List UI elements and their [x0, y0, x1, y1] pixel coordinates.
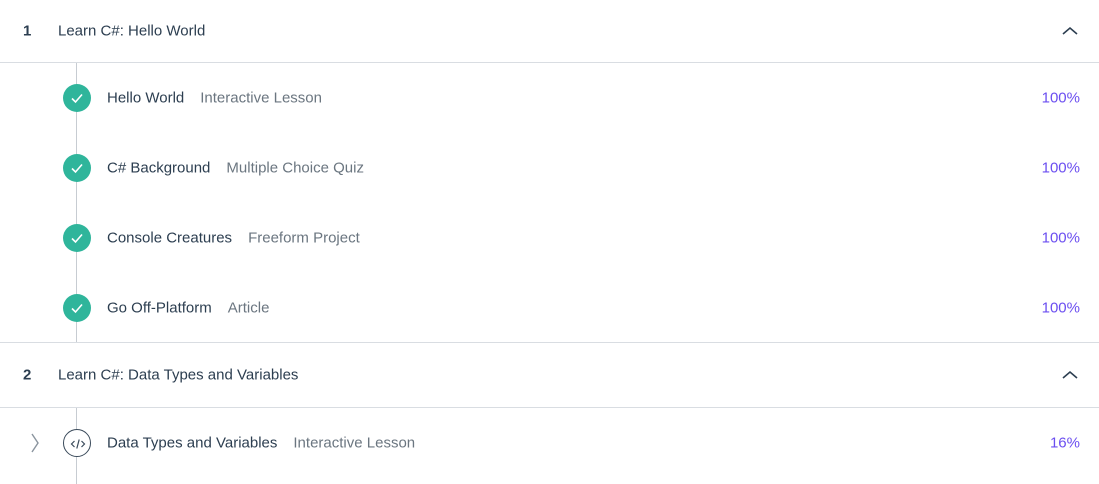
check-circle-icon	[63, 154, 91, 182]
progress-percent: 16%	[1049, 434, 1080, 452]
check-circle-icon	[63, 84, 91, 112]
chevron-right-icon[interactable]	[30, 432, 40, 454]
section-title: Learn C#: Hello World	[58, 22, 206, 40]
item-title[interactable]: Data Types and Variables Interactive Less…	[107, 435, 415, 452]
list-item[interactable]: Go Off-Platform Article 100%	[0, 288, 1099, 328]
section-title: Learn C#: Data Types and Variables	[58, 366, 299, 384]
progress-percent: 100%	[1041, 159, 1080, 177]
divider	[0, 62, 1099, 63]
chevron-up-icon[interactable]	[1061, 25, 1079, 37]
item-name: Console Creatures	[107, 229, 233, 247]
check-circle-icon	[63, 224, 91, 252]
progress-percent: 100%	[1041, 89, 1080, 107]
item-type: Interactive Lesson	[200, 89, 322, 107]
code-icon	[63, 429, 91, 457]
list-item[interactable]: Hello World Interactive Lesson 100%	[0, 78, 1099, 118]
item-title[interactable]: Hello World Interactive Lesson	[107, 90, 322, 107]
list-item[interactable]: C# Background Multiple Choice Quiz 100%	[0, 148, 1099, 188]
item-title[interactable]: Console Creatures Freeform Project	[107, 230, 360, 247]
section-number: 2	[23, 366, 32, 384]
chevron-up-icon[interactable]	[1061, 369, 1079, 381]
item-name: Data Types and Variables	[107, 434, 278, 452]
item-type: Interactive Lesson	[293, 434, 416, 452]
item-type: Article	[227, 299, 270, 317]
progress-percent: 100%	[1041, 229, 1080, 247]
item-type: Freeform Project	[248, 229, 360, 247]
progress-percent: 100%	[1041, 299, 1080, 317]
item-name: Hello World	[107, 89, 185, 107]
check-circle-icon	[63, 294, 91, 322]
item-name: Go Off-Platform	[107, 299, 212, 317]
item-name: C# Background	[107, 159, 211, 177]
section-header-2[interactable]: 2 Learn C#: Data Types and Variables	[0, 343, 1099, 407]
list-item[interactable]: Console Creatures Freeform Project 100%	[0, 218, 1099, 258]
divider	[0, 407, 1099, 408]
item-title[interactable]: Go Off-Platform Article	[107, 300, 269, 317]
section-header-1[interactable]: 1 Learn C#: Hello World	[0, 0, 1099, 62]
item-type: Multiple Choice Quiz	[226, 159, 364, 177]
section-number: 1	[23, 22, 32, 40]
list-item[interactable]: Data Types and Variables Interactive Less…	[0, 423, 1099, 463]
item-title[interactable]: C# Background Multiple Choice Quiz	[107, 160, 364, 177]
